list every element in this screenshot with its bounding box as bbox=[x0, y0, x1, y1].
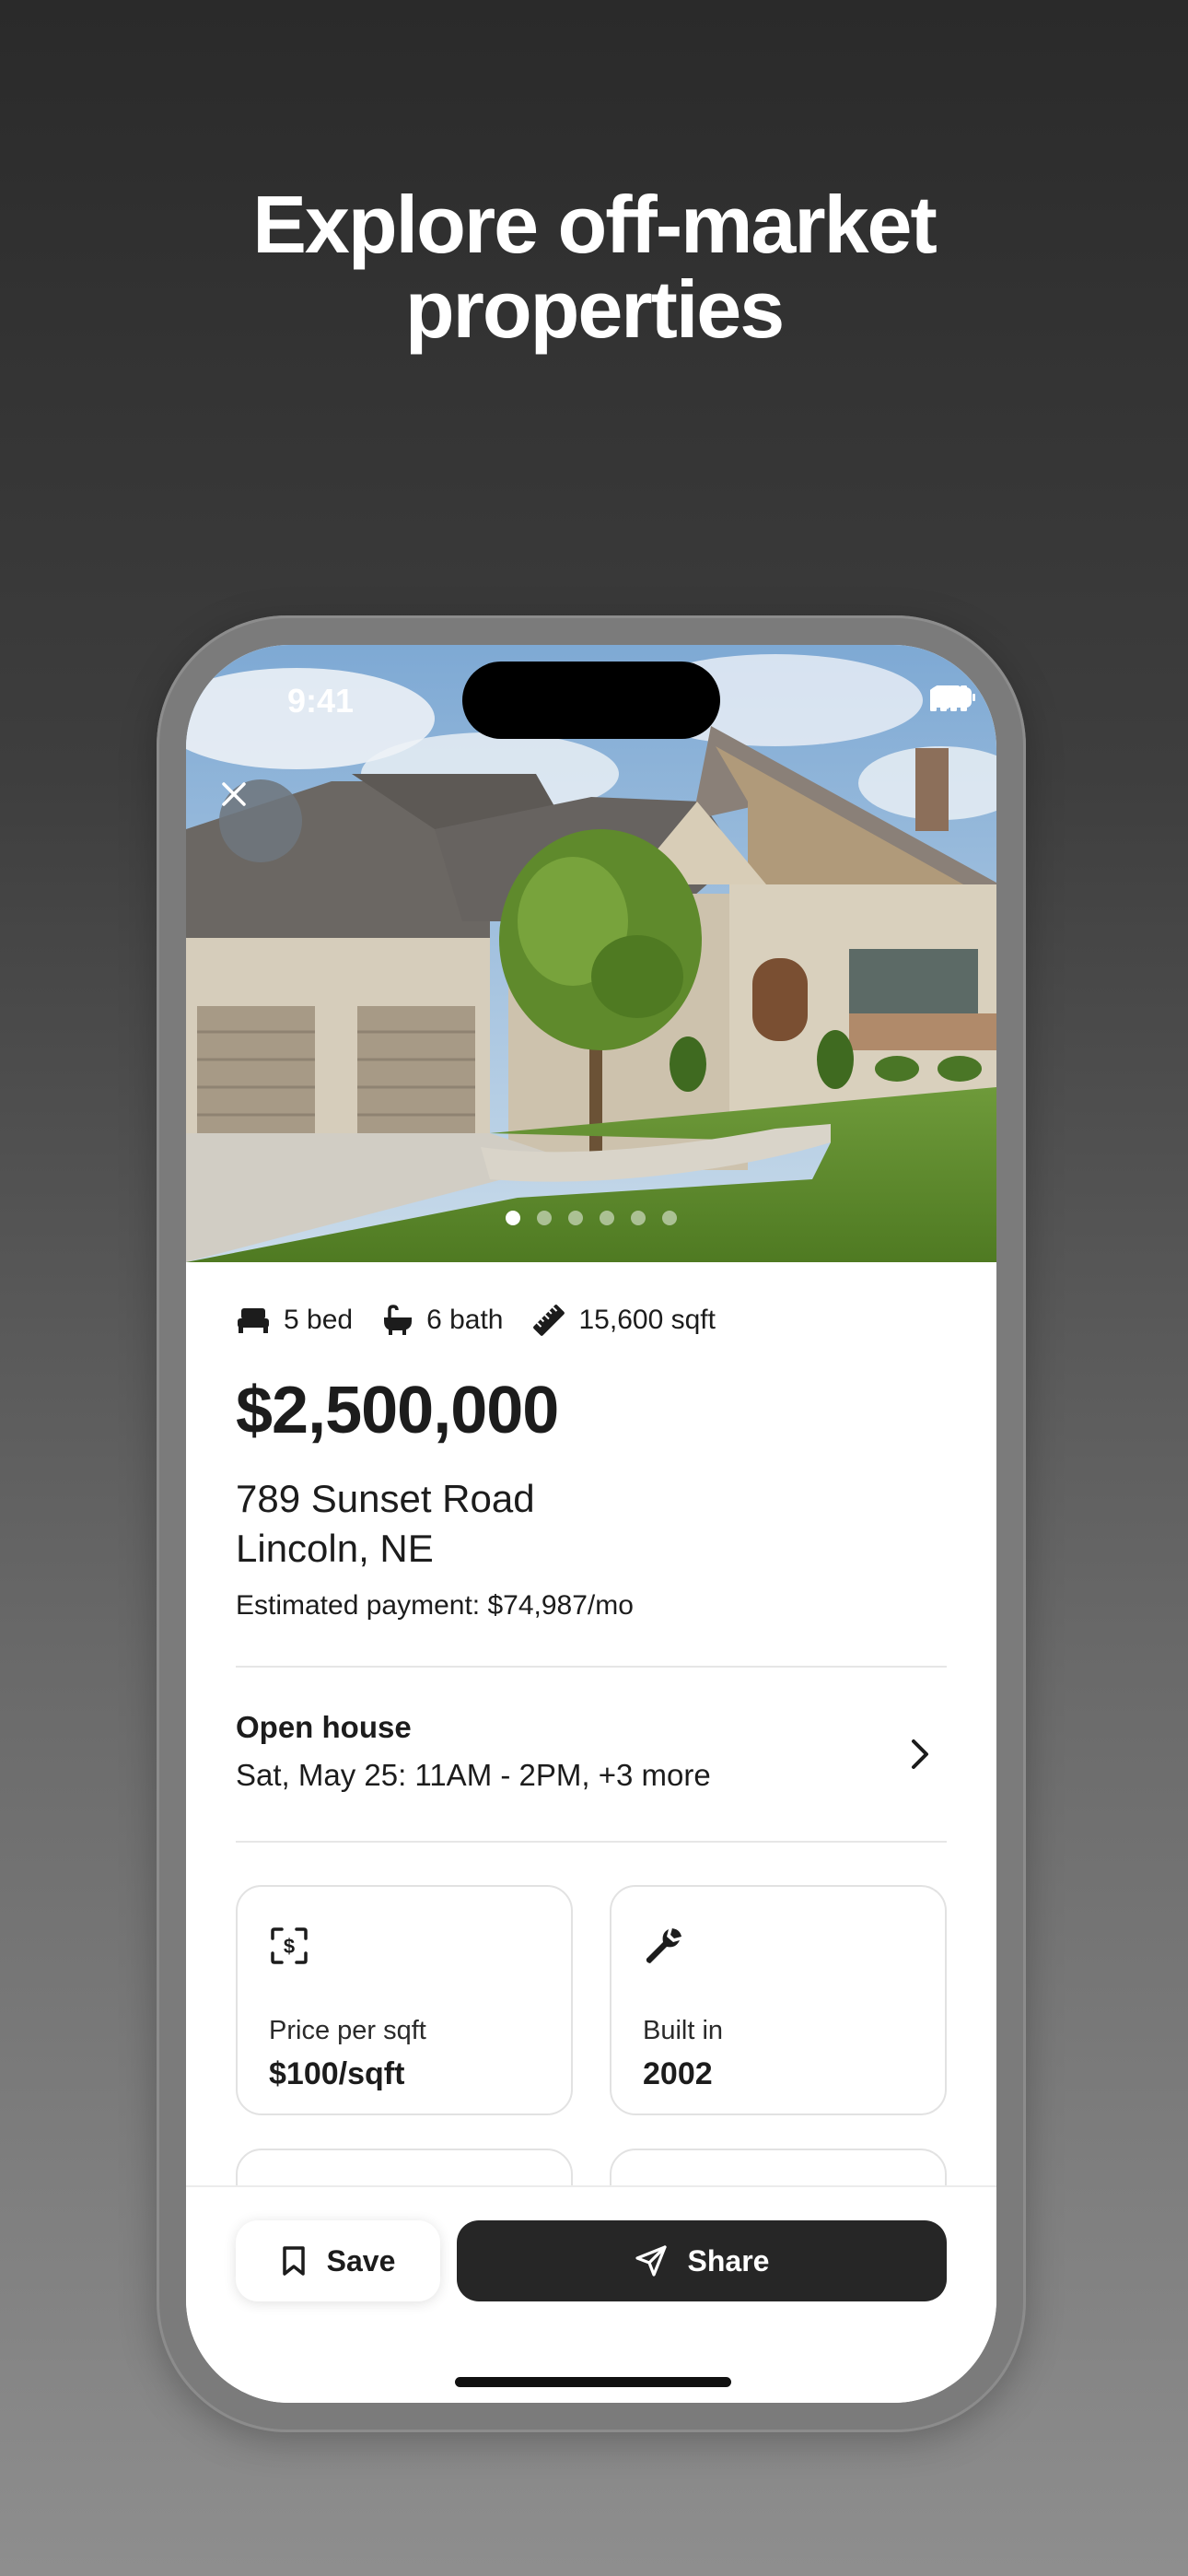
share-button[interactable]: Share bbox=[457, 2220, 947, 2301]
close-icon bbox=[222, 782, 246, 806]
address-line-2: Lincoln, NE bbox=[236, 1527, 434, 1570]
action-bar: Save Share bbox=[186, 2185, 996, 2403]
spec-baths-label: 6 bath bbox=[426, 1305, 504, 1335]
fact-value: $100/sqft bbox=[269, 2056, 405, 2091]
address-line-1: 789 Sunset Road bbox=[236, 1477, 535, 1520]
fact-card-built-in[interactable]: Built in 2002 bbox=[610, 1885, 947, 2115]
pagination-dot[interactable] bbox=[662, 1211, 677, 1225]
listing-address: 789 Sunset Road Lincoln, NE bbox=[236, 1474, 535, 1574]
bookmark-icon bbox=[282, 2246, 305, 2276]
bathtub-icon bbox=[384, 1305, 413, 1335]
phone-screen: 9:41 5 bed 6 bath 15,600 sqft $2,500,000… bbox=[186, 645, 996, 2403]
pagination-dot[interactable] bbox=[568, 1211, 583, 1225]
battery-icon bbox=[930, 687, 975, 708]
close-button[interactable] bbox=[219, 779, 302, 862]
headline-line-1: Explore off-market bbox=[252, 179, 938, 270]
status-time: 9:41 bbox=[287, 682, 355, 720]
pagination-dot[interactable] bbox=[537, 1211, 552, 1225]
fact-value: 2002 bbox=[643, 2056, 713, 2091]
fact-card-price-per-sqft[interactable]: $ Price per sqft $100/sqft bbox=[236, 1885, 573, 2115]
spec-area-label: 15,600 sqft bbox=[578, 1305, 716, 1335]
save-button-label: Save bbox=[326, 2243, 396, 2277]
spec-beds-label: 5 bed bbox=[284, 1305, 354, 1335]
divider bbox=[236, 1666, 947, 1668]
pagination-dot-active[interactable] bbox=[506, 1211, 520, 1225]
chevron-right-icon[interactable] bbox=[906, 1736, 934, 1773]
home-indicator bbox=[455, 2377, 731, 2387]
headline-line-2: properties bbox=[404, 263, 785, 355]
pagination-dot[interactable] bbox=[631, 1211, 646, 1225]
property-specs: 5 bed 6 bath 15,600 sqft bbox=[236, 1303, 716, 1338]
estimated-payment: Estimated payment: $74,987/mo bbox=[236, 1590, 634, 1621]
save-button[interactable]: Save bbox=[236, 2220, 440, 2301]
svg-text:$: $ bbox=[284, 1935, 295, 1958]
paper-plane-icon bbox=[635, 2245, 667, 2277]
dynamic-island bbox=[462, 662, 720, 739]
spec-area: 15,600 sqft bbox=[531, 1303, 716, 1338]
property-photo[interactable]: 9:41 bbox=[186, 645, 996, 1262]
wrench-icon bbox=[646, 1928, 681, 1963]
spec-beds: 5 bed bbox=[236, 1305, 353, 1336]
bed-icon bbox=[238, 1308, 269, 1333]
dollar-scan-icon: $ bbox=[271, 1927, 308, 1964]
fact-label: Built in bbox=[643, 2016, 724, 2045]
headline: Explore off-market properties bbox=[0, 182, 1188, 352]
fact-label: Price per sqft bbox=[269, 2016, 426, 2045]
open-house-title: Open house bbox=[236, 1710, 412, 1744]
pagination-dot[interactable] bbox=[600, 1211, 614, 1225]
spec-baths: 6 bath bbox=[380, 1305, 504, 1336]
photo-pagination[interactable] bbox=[186, 1211, 996, 1225]
open-house-schedule: Sat, May 25: 11AM - 2PM, +3 more bbox=[236, 1758, 711, 1792]
share-button-label: Share bbox=[687, 2243, 770, 2277]
ruler-icon bbox=[532, 1305, 565, 1336]
divider bbox=[236, 1841, 947, 1843]
listing-price: $2,500,000 bbox=[236, 1374, 559, 1447]
